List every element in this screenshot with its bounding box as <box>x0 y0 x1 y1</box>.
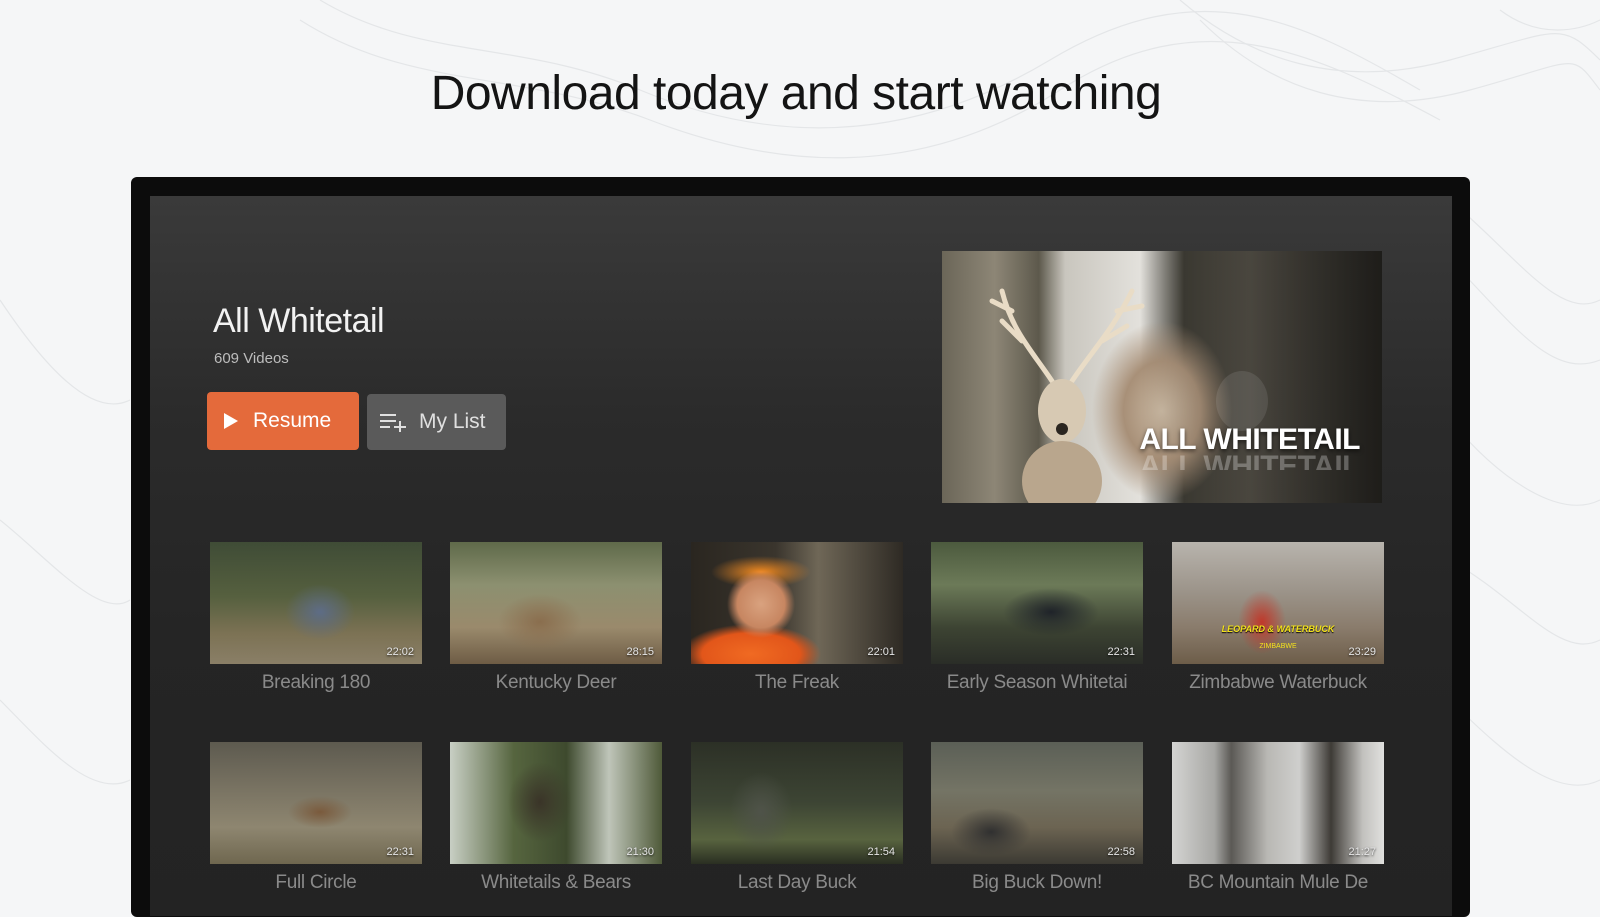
video-card[interactable]: 22:02 Breaking 180 <box>210 542 422 694</box>
video-duration: 22:58 <box>1107 846 1135 858</box>
video-card[interactable]: 22:31 Early Season Whitetai <box>931 542 1143 694</box>
video-duration: 22:31 <box>386 846 414 858</box>
video-thumbnail: 21:30 <box>450 742 662 864</box>
video-duration: 23:29 <box>1348 646 1376 658</box>
show-title: All Whitetail <box>213 302 385 340</box>
video-title: Early Season Whitetai <box>946 672 1128 693</box>
video-title: Big Buck Down! <box>972 872 1102 893</box>
video-thumbnail: LEOPARD & WATERBUCK ZIMBABWE 23:29 <box>1172 542 1384 664</box>
video-card[interactable]: 21:27 BC Mountain Mule De <box>1172 742 1384 894</box>
video-count: 609 Videos <box>214 350 289 367</box>
video-card[interactable]: 22:31 Full Circle <box>210 742 422 894</box>
video-thumbnail: 22:58 <box>931 742 1143 864</box>
playlist-add-icon <box>380 414 406 432</box>
video-thumbnail: 21:27 <box>1172 742 1384 864</box>
video-row: 22:02 Breaking 180 28:15 Kentucky Deer 2… <box>210 542 1385 722</box>
video-title: Kentucky Deer <box>495 672 617 693</box>
tv-screen: All Whitetail 609 Videos Resume My List <box>150 196 1452 916</box>
video-duration: 22:01 <box>867 646 895 658</box>
video-thumbnail: 22:02 <box>210 542 422 664</box>
video-card[interactable]: 22:01 The Freak <box>691 542 903 694</box>
video-card[interactable]: LEOPARD & WATERBUCK ZIMBABWE 23:29 Zimba… <box>1172 542 1384 694</box>
video-duration: 22:02 <box>386 646 414 658</box>
my-list-label: My List <box>419 410 486 433</box>
video-card[interactable]: 21:54 Last Day Buck <box>691 742 903 894</box>
hero-image: ALL WHITETAIL ALL WHITETAIL <box>942 251 1382 503</box>
thumbnail-caption: LEOPARD & WATERBUCK <box>1221 624 1335 634</box>
video-title: Full Circle <box>275 872 357 893</box>
video-title: Whitetails & Bears <box>481 872 631 893</box>
video-card[interactable]: 28:15 Kentucky Deer <box>450 542 662 694</box>
video-thumbnail: 28:15 <box>450 542 662 664</box>
play-icon <box>224 413 238 429</box>
my-list-button[interactable]: My List <box>367 394 506 450</box>
resume-button[interactable]: Resume <box>207 392 359 450</box>
video-duration: 28:15 <box>626 646 654 658</box>
video-thumbnail: 22:01 <box>691 542 903 664</box>
video-card[interactable]: 21:30 Whitetails & Bears <box>450 742 662 894</box>
video-thumbnail: 22:31 <box>931 542 1143 664</box>
hero-title-reflection: ALL WHITETAIL <box>1139 450 1360 470</box>
resume-label: Resume <box>253 409 332 432</box>
video-title: Breaking 180 <box>261 672 371 693</box>
video-duration: 21:54 <box>867 846 895 858</box>
video-title: Zimbabwe Waterbuck <box>1189 672 1367 693</box>
video-duration: 22:31 <box>1107 646 1135 658</box>
video-title: The Freak <box>755 672 839 693</box>
video-thumbnail: 21:54 <box>691 742 903 864</box>
video-title: BC Mountain Mule De <box>1187 872 1369 893</box>
video-thumbnail: 22:31 <box>210 742 422 864</box>
video-title: Last Day Buck <box>737 872 857 893</box>
video-card[interactable]: 22:58 Big Buck Down! <box>931 742 1143 894</box>
page-headline: Download today and start watching <box>430 67 1162 120</box>
video-duration: 21:27 <box>1348 846 1376 858</box>
video-row: 22:31 Full Circle 21:30 Whitetails & Bea… <box>210 742 1385 916</box>
video-duration: 21:30 <box>626 846 654 858</box>
